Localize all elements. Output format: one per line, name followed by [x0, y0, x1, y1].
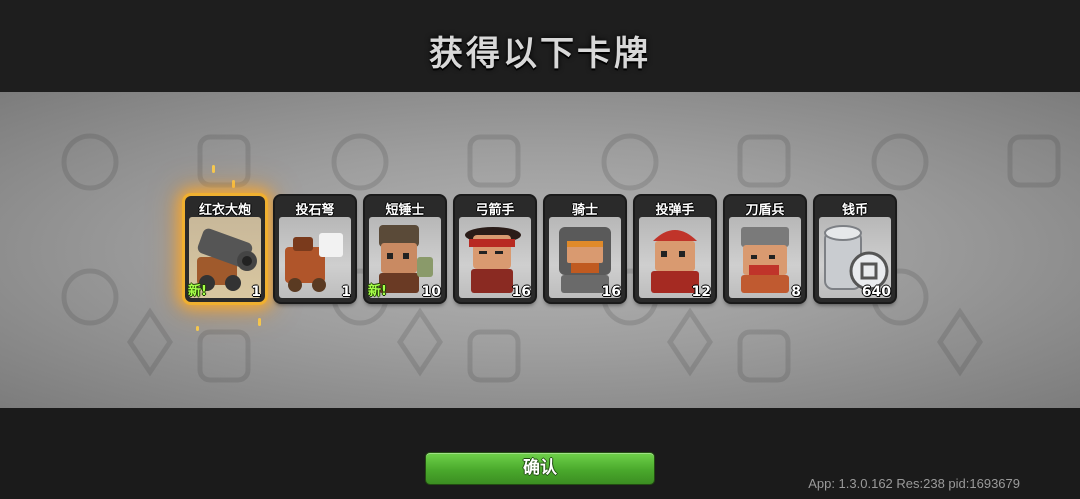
title-bar: 获得以下卡牌 [0, 0, 1080, 92]
sparkle [232, 180, 235, 188]
new-badge: 新! [188, 284, 207, 299]
card-count: 640 [861, 284, 891, 300]
card-count: 1 [251, 284, 261, 300]
card-knight[interactable]: 骑士 16 [545, 196, 625, 302]
card-name: 弓箭手 [475, 203, 515, 218]
card-count: 10 [421, 284, 441, 300]
page-title: 获得以下卡牌 [429, 34, 651, 74]
version-info: App: 1.3.0.162 Res:238 pid:1693679 [808, 476, 1020, 491]
confirm-button[interactable]: 确认 [426, 453, 654, 484]
sparkle [212, 165, 215, 173]
card-hammer-warrior[interactable]: 短锤士 新! 10 [365, 196, 445, 302]
sparkle [258, 318, 261, 326]
card-cannon[interactable]: 红衣大炮 新! 1 [185, 196, 265, 302]
card-name: 骑士 [571, 203, 598, 218]
card-count: 16 [511, 284, 531, 300]
card-ballista[interactable]: 投石弩 1 [275, 196, 355, 302]
card-name: 短锤士 [385, 203, 425, 218]
card-count: 1 [341, 284, 351, 300]
ballista-icon [279, 217, 351, 298]
card-count: 16 [601, 284, 621, 300]
card-list: 红衣大炮 新! 1 投石弩 1 短锤士 新! 10 弓箭手 16 骑士 16 投… [185, 196, 897, 302]
card-shield-soldier[interactable]: 刀盾兵 8 [725, 196, 805, 302]
card-name: 投石弩 [295, 203, 335, 218]
card-name: 钱币 [841, 203, 868, 218]
card-name: 红衣大炮 [198, 203, 251, 218]
card-count: 12 [691, 284, 711, 300]
card-bomber[interactable]: 投弹手 12 [635, 196, 715, 302]
card-name: 刀盾兵 [745, 203, 785, 218]
card-archer[interactable]: 弓箭手 16 [455, 196, 535, 302]
card-coins[interactable]: 钱币 640 [815, 196, 895, 302]
sparkle [196, 326, 199, 331]
card-count: 8 [791, 284, 801, 300]
new-badge: 新! [368, 284, 387, 299]
card-name: 投弹手 [655, 203, 695, 218]
